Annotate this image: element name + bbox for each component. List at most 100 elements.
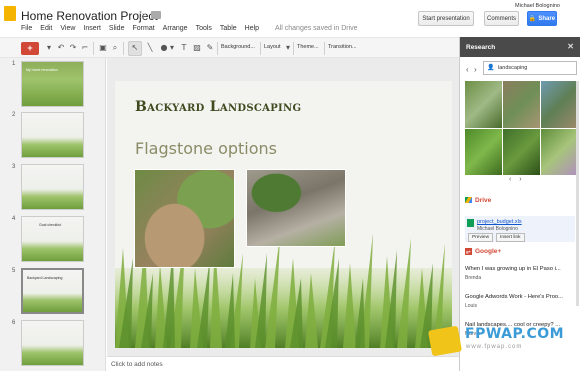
start-presentation-button[interactable]: Start presentation [418, 11, 474, 26]
slide-title[interactable]: Backyard Landscaping [135, 99, 301, 115]
user-account[interactable]: Michael Bolognino [515, 3, 560, 9]
menu-table[interactable]: Table [220, 25, 237, 32]
new-slide-button[interactable]: + [21, 42, 39, 55]
zoom-fit-icon[interactable]: ▣ [98, 43, 108, 53]
next-page-icon[interactable]: › [519, 176, 521, 183]
image-result[interactable] [541, 128, 578, 175]
stone-walkway-photo[interactable] [246, 169, 346, 247]
forward-arrow-icon[interactable]: › [474, 65, 477, 74]
research-scrollbar[interactable] [576, 81, 579, 306]
menu-slide[interactable]: Slide [109, 25, 125, 32]
undo-icon[interactable]: ↶ [56, 43, 66, 53]
dropdown-arrow-icon[interactable]: ▾ [44, 43, 54, 53]
menu-arrange[interactable]: Arrange [163, 25, 188, 32]
slide-thumbnail[interactable]: 6 [0, 320, 106, 371]
slide-number: 3 [12, 164, 16, 170]
toolbar-divider [293, 42, 294, 55]
slide-preview[interactable] [21, 112, 84, 158]
menu-tools[interactable]: Tools [196, 25, 212, 32]
slide-preview[interactable]: Backyard Landscaping [21, 268, 84, 314]
slide-number: 6 [12, 320, 16, 326]
star-icon[interactable]: ☆ [136, 8, 147, 22]
slide-preview[interactable] [21, 320, 84, 366]
google-plus-label: Google+ [475, 248, 502, 256]
speaker-notes-field[interactable]: Click to add notes [107, 356, 459, 371]
file-name-link[interactable]: project_budget.xls [477, 219, 522, 225]
menu-view[interactable]: View [60, 25, 75, 32]
comment-icon[interactable]: ✎ [205, 43, 215, 53]
slide-thumbnail[interactable]: 1 My home renovation [0, 61, 106, 113]
image-result[interactable] [503, 128, 540, 175]
preview-button[interactable]: Preview [468, 233, 494, 242]
research-panel: Research ✕ ‹ › 👤 landscaping ‹ › Drive p… [459, 37, 580, 371]
toolbar-divider [123, 42, 124, 55]
previous-page-icon[interactable]: ‹ [509, 176, 511, 183]
result-author: Brenda [465, 275, 482, 281]
menu-edit[interactable]: Edit [40, 25, 52, 32]
slide-canvas[interactable]: Backyard Landscaping Flagstone options [115, 81, 452, 348]
watermark-logo [427, 325, 463, 357]
menu-insert[interactable]: Insert [83, 25, 101, 32]
back-arrow-icon[interactable]: ‹ [466, 65, 469, 74]
menu-format[interactable]: Format [132, 25, 154, 32]
theme-button[interactable]: Theme... [297, 44, 319, 50]
result-author: Louis [465, 303, 477, 309]
file-owner: Michael Bolognino [477, 226, 518, 232]
save-status: All changes saved in Drive [275, 25, 358, 32]
redo-icon[interactable]: ↷ [68, 43, 78, 53]
insert-link-button[interactable]: Insert link [496, 233, 525, 242]
paint-format-icon[interactable]: ⌐ [80, 43, 90, 53]
slide-preview-title: Goal checklist [39, 223, 61, 227]
folder-icon[interactable] [151, 11, 161, 19]
title-bar: Home Renovation Project ☆ File Edit View… [0, 0, 580, 36]
share-button[interactable]: 🔒 Share [527, 11, 557, 26]
search-result[interactable]: When I was growing up in El Paso i... Br… [465, 266, 575, 281]
drive-label: Drive [475, 197, 492, 204]
slide-number: 5 [12, 268, 16, 274]
result-title[interactable]: Google Adwords Work - Here's Proo... [465, 294, 575, 301]
slide-thumbnail[interactable]: 4 Goal checklist [0, 216, 106, 268]
dropdown-arrow-icon[interactable]: ▾ [283, 43, 293, 53]
flagstone-path-photo[interactable] [134, 169, 235, 268]
image-result[interactable] [541, 81, 578, 128]
google-plus-icon: g+ [465, 248, 472, 255]
drive-icon [465, 197, 472, 204]
spreadsheet-icon [467, 219, 474, 227]
image-icon[interactable]: ▨ [192, 43, 202, 53]
slide-preview-title: My home renovation [26, 68, 58, 72]
slide-thumbnail[interactable]: 3 [0, 164, 106, 216]
dropdown-arrow-icon[interactable]: ▾ [167, 43, 177, 53]
zoom-icon[interactable]: ⌕ [110, 43, 120, 53]
slides-logo-icon[interactable] [4, 6, 16, 21]
textbox-icon[interactable]: T [179, 43, 189, 53]
slides-app: Home Renovation Project ☆ File Edit View… [0, 0, 580, 371]
slide-preview[interactable] [21, 164, 84, 210]
menu-help[interactable]: Help [245, 25, 259, 32]
transition-button[interactable]: Transition... [328, 44, 357, 50]
close-icon[interactable]: ✕ [567, 42, 574, 51]
research-query: landscaping [498, 65, 528, 71]
image-result[interactable] [465, 128, 502, 175]
search-result[interactable]: Google Adwords Work - Here's Proo... Lou… [465, 294, 575, 309]
toolbar-divider [217, 42, 218, 55]
image-result[interactable] [503, 81, 540, 128]
watermark-subtext: www.fpwap.com [466, 344, 523, 350]
layout-button[interactable]: Layout [264, 44, 281, 50]
slide-thumbnail[interactable]: 2 [0, 112, 106, 164]
background-button[interactable]: Background... [221, 44, 255, 50]
drive-file-result[interactable]: project_budget.xls Michael Bolognino Pre… [465, 216, 575, 242]
comments-button[interactable]: Comments [484, 11, 519, 26]
research-panel-header: Research ✕ [460, 37, 580, 57]
slide-subtitle[interactable]: Flagstone options [135, 139, 277, 158]
slide-preview[interactable]: Goal checklist [21, 216, 84, 262]
image-result[interactable] [465, 81, 502, 128]
line-icon[interactable]: ╲ [145, 43, 155, 53]
cursor-icon[interactable]: ↖ [130, 43, 140, 53]
result-title[interactable]: When I was growing up in El Paso i... [465, 266, 575, 273]
slide-preview[interactable]: My home renovation [21, 61, 84, 107]
menu-file[interactable]: File [21, 25, 32, 32]
slide-thumbnail-selected[interactable]: 5 Backyard Landscaping [0, 268, 106, 320]
slide-number: 1 [12, 61, 16, 67]
person-icon: 👤 [487, 65, 495, 71]
research-search-input[interactable]: 👤 landscaping [483, 61, 577, 75]
